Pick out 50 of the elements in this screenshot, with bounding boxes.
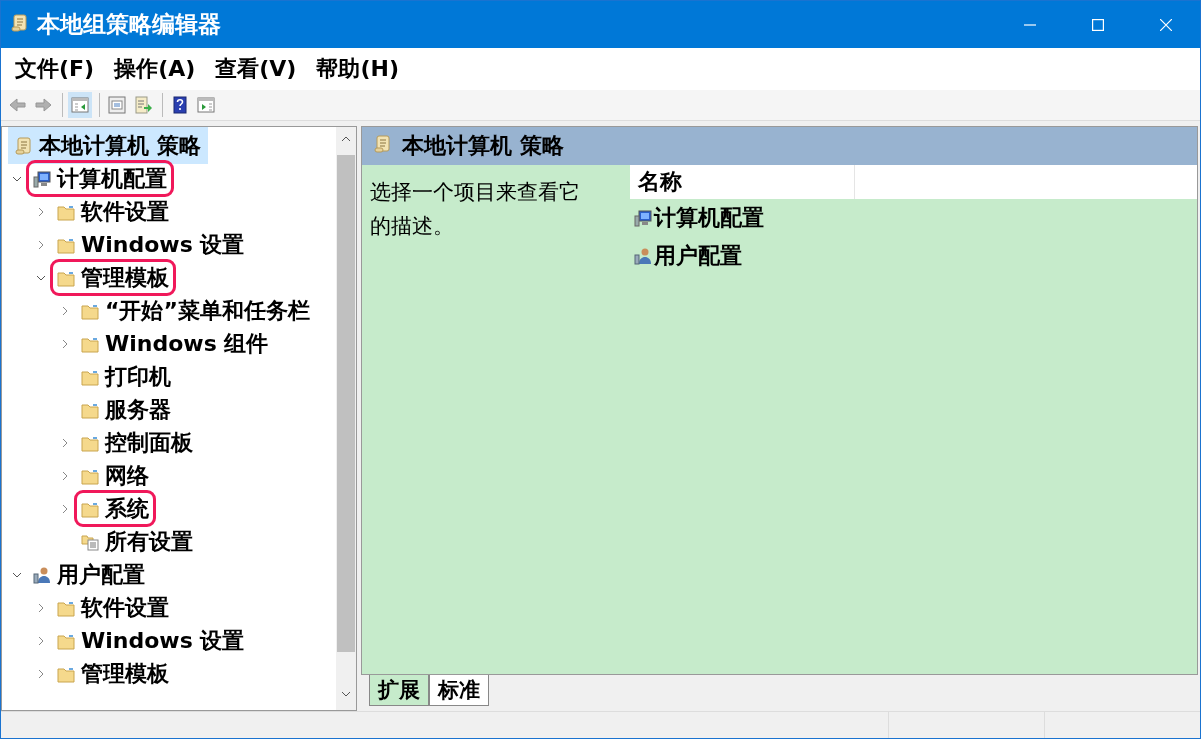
list-item[interactable]: 计算机配置 xyxy=(630,199,1197,237)
description-text: 选择一个项目来查看它的描述。 xyxy=(369,179,581,240)
maximize-icon xyxy=(1092,18,1104,31)
close-icon xyxy=(1160,18,1172,31)
list-item[interactable]: 用户配置 xyxy=(630,237,1197,275)
expand-caret-icon[interactable] xyxy=(38,602,44,613)
tree-pane-button[interactable] xyxy=(68,92,92,118)
menu-item[interactable]: 帮助(H) xyxy=(306,54,409,84)
tree-item[interactable]: 计算机配置 xyxy=(26,160,174,197)
expand-caret-icon[interactable] xyxy=(62,437,68,448)
forward-arrow-icon xyxy=(34,96,52,114)
expand-caret-icon[interactable] xyxy=(38,239,44,250)
view-tab[interactable]: 标准 xyxy=(429,675,489,706)
back-arrow-icon xyxy=(8,96,26,114)
column-header[interactable]: 名称 xyxy=(630,165,855,199)
window-pane-icon xyxy=(197,96,215,114)
menu-item[interactable]: 操作(A) xyxy=(104,54,206,84)
window-list-icon xyxy=(108,96,126,114)
menu-item[interactable]: 文件(F) xyxy=(5,54,105,84)
user-icon xyxy=(634,247,652,265)
expand-caret-icon[interactable] xyxy=(62,470,68,481)
tree-item[interactable]: 本地计算机 策略 xyxy=(8,127,208,164)
detail-title: 本地计算机 策略 xyxy=(402,132,564,160)
computer-icon xyxy=(634,209,652,227)
collapse-caret-icon[interactable] xyxy=(36,274,46,281)
expand-caret-icon[interactable] xyxy=(38,668,44,679)
tree-item[interactable]: 管理模板 xyxy=(50,259,176,296)
scroll-icon xyxy=(15,136,33,155)
collapse-caret-icon[interactable] xyxy=(12,175,22,182)
expand-caret-icon[interactable] xyxy=(62,305,68,316)
expand-caret-icon[interactable] xyxy=(62,503,68,514)
menu-item[interactable]: 查看(V) xyxy=(205,54,307,84)
minimize-icon xyxy=(1024,23,1036,26)
view-tab[interactable]: 扩展 xyxy=(369,675,429,706)
tree-pane-icon xyxy=(71,96,89,114)
expand-caret-icon[interactable] xyxy=(38,635,44,646)
scroll-icon xyxy=(11,13,29,32)
window-title: 本地组策略编辑器 xyxy=(37,10,221,39)
scrollbar[interactable] xyxy=(336,127,356,710)
computer-icon xyxy=(33,169,51,188)
settings-document-icon xyxy=(81,532,99,551)
user-icon xyxy=(33,565,51,584)
list-arrow-icon xyxy=(134,96,152,114)
scroll-thumb[interactable] xyxy=(337,155,355,652)
scroll-icon xyxy=(374,135,392,153)
collapse-caret-icon[interactable] xyxy=(12,571,22,578)
help-icon xyxy=(171,96,189,114)
expand-caret-icon[interactable] xyxy=(62,338,68,349)
expand-caret-icon[interactable] xyxy=(38,206,44,217)
tree-item[interactable]: 系统 xyxy=(74,490,156,527)
